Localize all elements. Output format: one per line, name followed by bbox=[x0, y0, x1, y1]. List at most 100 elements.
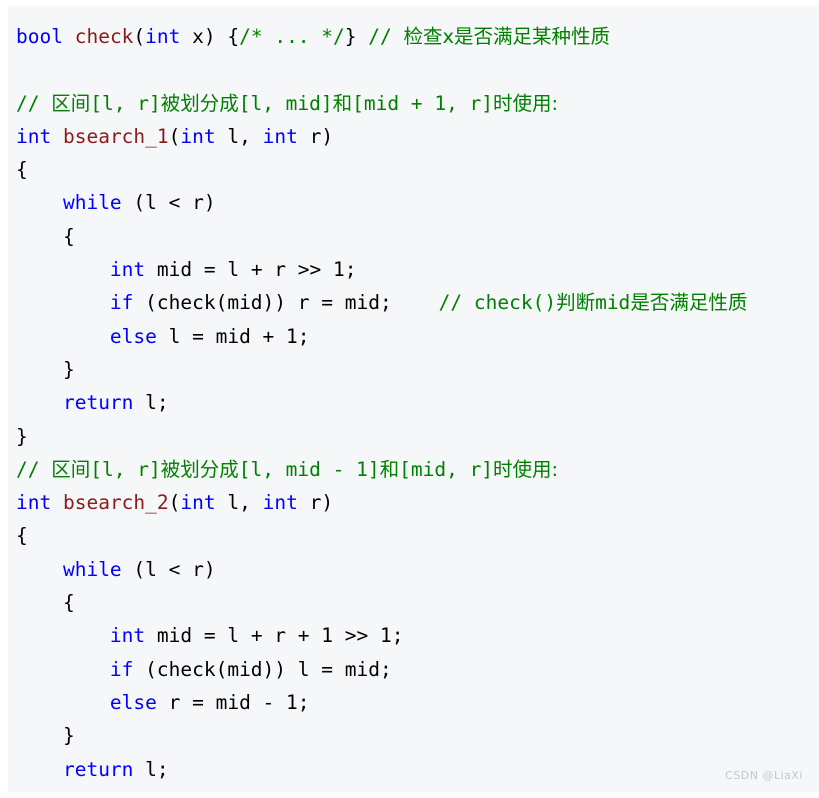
code-token: 判断 bbox=[556, 291, 596, 315]
code-token: int bbox=[180, 491, 216, 515]
code-token: check bbox=[74, 25, 134, 48]
code-token: int bbox=[16, 491, 52, 515]
code-token: [mid + 1, r] bbox=[352, 91, 494, 115]
code-block[interactable]: bool check(int x) {/* ... */} // 检查x是否满足… bbox=[8, 6, 819, 792]
code-token: 和 bbox=[332, 91, 353, 115]
code-token: int bbox=[145, 25, 181, 48]
code-line: int bsearch_2(int l, int r) bbox=[16, 486, 819, 519]
code-line: return l; bbox=[16, 753, 819, 786]
code-token: bsearch_1 bbox=[62, 124, 169, 148]
code-line: if (check(mid)) l = mid; bbox=[16, 653, 819, 686]
code-token: // bbox=[16, 91, 52, 115]
code-token: l; bbox=[133, 391, 169, 415]
code-token: int bbox=[109, 624, 146, 648]
code-token: [l, r] bbox=[90, 91, 161, 115]
code-token: int bbox=[109, 258, 146, 282]
code-token: if bbox=[109, 657, 134, 681]
code-line: // 区间[l, r]被划分成[l, mid - 1]和[mid, r]时使用: bbox=[16, 453, 819, 486]
code-line: while (l < r) bbox=[16, 186, 819, 219]
code-line: { bbox=[16, 519, 819, 552]
code-line: { bbox=[16, 220, 819, 253]
code-token: 时使用: bbox=[493, 457, 559, 481]
code-token: int bbox=[262, 124, 298, 148]
code-line: else r = mid - 1; bbox=[16, 686, 819, 719]
code-token: while bbox=[62, 557, 122, 581]
code-token: l = mid + 1; bbox=[156, 324, 310, 348]
code-token: { bbox=[16, 591, 75, 615]
code-token: 区间 bbox=[51, 457, 91, 481]
code-token: r) bbox=[297, 491, 334, 515]
code-token: [mid, r] bbox=[399, 457, 494, 481]
code-token: int bbox=[16, 124, 52, 148]
code-token: int bbox=[262, 491, 298, 515]
code-token: // bbox=[368, 25, 404, 48]
code-token: mid = l + r + 1 >> 1; bbox=[145, 624, 404, 648]
code-token: l; bbox=[133, 757, 169, 781]
code-token: bool bbox=[16, 25, 63, 48]
code-token: mid = l + r >> 1; bbox=[145, 258, 357, 282]
code-token: /* ... */ bbox=[239, 25, 345, 48]
code-token: ( bbox=[133, 25, 146, 48]
code-token: ( bbox=[168, 491, 181, 515]
code-token: } bbox=[16, 724, 75, 748]
code-token: // check() bbox=[438, 291, 557, 315]
code-token: x) { bbox=[180, 25, 240, 48]
code-token: [l, mid] bbox=[238, 91, 333, 115]
code-token: } bbox=[16, 791, 28, 792]
code-line: bool check(int x) {/* ... */} // 检查x是否满足… bbox=[16, 20, 819, 53]
code-token: return bbox=[62, 391, 134, 415]
code-token: int bbox=[180, 124, 216, 148]
code-content: bool check(int x) {/* ... */} // 检查x是否满足… bbox=[16, 20, 819, 792]
code-token: bsearch_2 bbox=[62, 491, 169, 515]
code-line: { bbox=[16, 153, 819, 186]
code-token: { bbox=[16, 224, 75, 248]
code-token: [l, mid - 1] bbox=[238, 457, 380, 481]
code-token: { bbox=[16, 524, 28, 548]
code-token: // bbox=[16, 457, 52, 481]
code-line: } bbox=[16, 786, 819, 792]
code-line: int bsearch_1(int l, int r) bbox=[16, 120, 819, 153]
code-token: r) bbox=[297, 124, 334, 148]
code-token: 时使用: bbox=[493, 91, 559, 115]
code-token: [l, r] bbox=[90, 457, 161, 481]
code-token: (check(mid)) r = mid; bbox=[133, 291, 439, 315]
code-line: while (l < r) bbox=[16, 553, 819, 586]
code-token: return bbox=[62, 757, 134, 781]
code-token: else bbox=[109, 690, 157, 714]
code-token: } bbox=[16, 357, 75, 381]
code-token: 和 bbox=[379, 457, 400, 481]
code-token: } bbox=[344, 25, 369, 48]
code-line: return l; bbox=[16, 386, 819, 419]
code-token: 被划分成 bbox=[160, 457, 239, 481]
code-token: ( bbox=[168, 124, 181, 148]
code-line: if (check(mid)) r = mid; // check()判断mid… bbox=[16, 286, 819, 319]
code-token: { bbox=[16, 158, 28, 182]
code-token: else bbox=[109, 324, 157, 348]
code-token: 是否满足性质 bbox=[630, 291, 748, 315]
code-token: mid bbox=[595, 291, 631, 315]
code-line: } bbox=[16, 719, 819, 752]
code-token: (check(mid)) l = mid; bbox=[133, 657, 392, 681]
code-line: else l = mid + 1; bbox=[16, 320, 819, 353]
code-token: r = mid - 1; bbox=[156, 690, 310, 714]
code-token: 被划分成 bbox=[160, 91, 239, 115]
code-token: l, bbox=[215, 491, 263, 515]
code-line: } bbox=[16, 353, 819, 386]
code-token: } bbox=[16, 424, 28, 448]
code-token: 区间 bbox=[51, 91, 91, 115]
code-line: int mid = l + r >> 1; bbox=[16, 253, 819, 286]
code-token: 检查x是否满足某种性质 bbox=[403, 25, 611, 48]
